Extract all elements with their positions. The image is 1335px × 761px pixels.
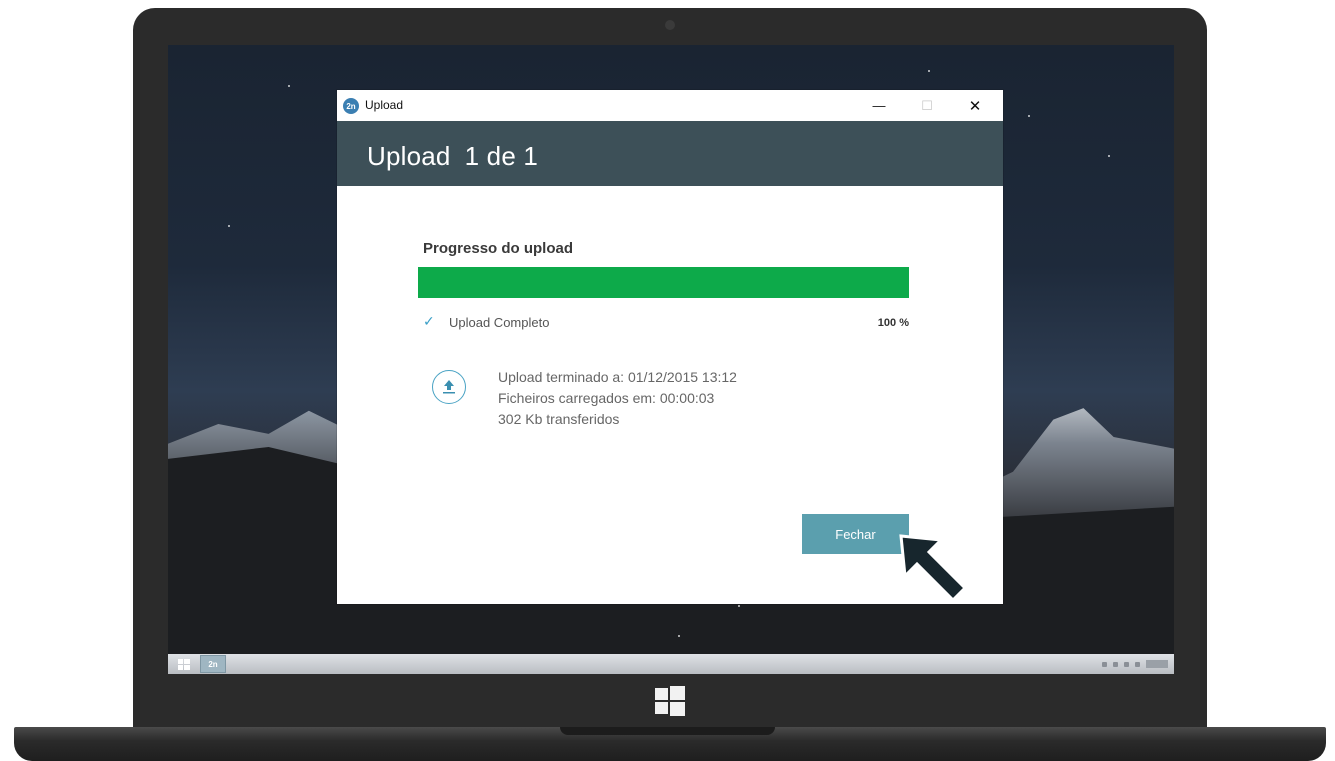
close-icon: ✕ — [968, 97, 982, 115]
app-logo-icon: 2n — [343, 98, 359, 114]
upload-dialog: 2n Upload — ☐ ✕ Upload 1 de 1 Progresso d… — [337, 90, 1003, 604]
close-window-button[interactable]: ✕ — [951, 90, 999, 121]
windows-start-icon — [178, 658, 190, 670]
header-title-text: Upload — [367, 141, 451, 171]
upload-circle-icon — [432, 370, 466, 404]
laptop-notch — [560, 727, 775, 735]
taskbar: 2n — [168, 654, 1174, 674]
taskbar-app-upload[interactable]: 2n — [200, 655, 226, 673]
progress-bar — [418, 267, 909, 298]
app-logo-text: 2n — [346, 101, 356, 111]
dialog-header: Upload 1 de 1 — [337, 121, 1003, 186]
minimize-icon: — — [872, 98, 886, 113]
maximize-icon: ☐ — [921, 97, 933, 113]
tray-icon[interactable] — [1102, 661, 1107, 667]
upload-count: 1 de 1 — [464, 141, 539, 171]
windows-logo-icon — [655, 686, 685, 716]
tray-icon[interactable] — [1113, 661, 1118, 667]
star — [678, 635, 680, 637]
check-icon: ✓ — [423, 313, 435, 329]
tray-clock[interactable] — [1146, 660, 1168, 668]
tray-icon[interactable] — [1124, 661, 1129, 667]
start-button[interactable] — [172, 657, 196, 671]
window-title: Upload — [365, 98, 404, 112]
star — [288, 85, 290, 87]
duration-text: Ficheiros carregados em: 00:00:03 — [498, 390, 715, 406]
finished-at-text: Upload terminado a: 01/12/2015 13:12 — [498, 369, 737, 385]
tray-icon[interactable] — [1135, 661, 1140, 667]
star — [1108, 155, 1110, 157]
webcam — [665, 20, 675, 30]
title-bar: 2n Upload — ☐ ✕ — [337, 90, 1003, 121]
star — [738, 605, 740, 607]
header-title: Upload 1 de 1 — [367, 141, 538, 172]
taskbar-app-label: 2n — [208, 659, 218, 669]
star — [928, 70, 930, 72]
upload-status: Upload Completo — [449, 315, 550, 330]
progress-bar-fill — [418, 267, 909, 298]
minimize-button[interactable]: — — [855, 90, 903, 121]
star — [228, 225, 230, 227]
pointer-arrow-icon — [899, 534, 968, 603]
upload-details: Upload terminado a: 01/12/2015 13:12 Fic… — [498, 367, 737, 430]
maximize-button[interactable]: ☐ — [903, 90, 951, 121]
upload-percent: 100 % — [877, 317, 909, 329]
stage: 2n 2n Upload — ☐ ✕ Upload 1 de 1 Progres… — [0, 0, 1335, 761]
transferred-text: 302 Kb transferidos — [498, 411, 620, 427]
star — [1028, 115, 1030, 117]
progress-section-title: Progresso do upload — [423, 240, 574, 257]
upload-arrow-icon — [443, 380, 455, 394]
system-tray — [1102, 658, 1168, 670]
